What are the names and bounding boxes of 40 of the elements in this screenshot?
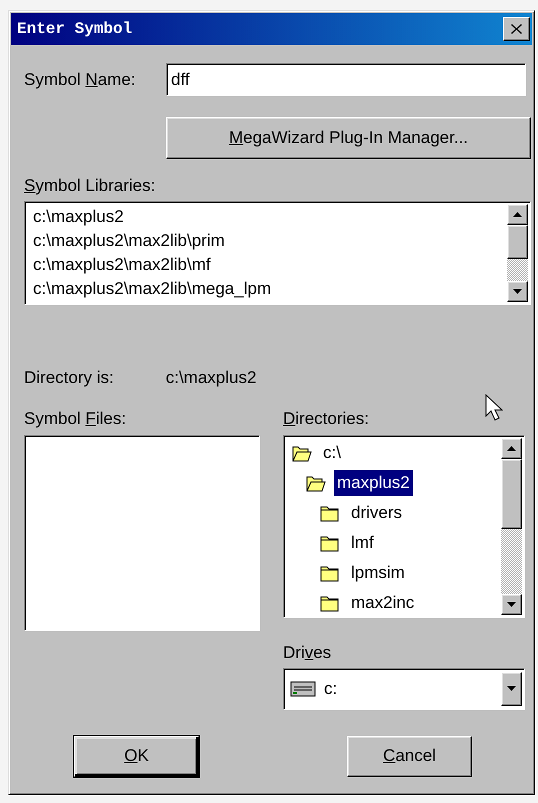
directory-item[interactable]: drivers (348, 500, 406, 526)
field-label: Symbol Name: (24, 68, 136, 91)
arrow-up-icon (513, 212, 522, 216)
drive-icon (290, 680, 316, 696)
pointer-icon (485, 394, 503, 422)
scroll-thumb[interactable] (501, 459, 522, 529)
field-label: Directories: (283, 408, 369, 430)
drive-select[interactable]: c: (283, 668, 525, 710)
directory-item[interactable]: maxplus2 (334, 470, 413, 496)
field-label: Symbol Files: (24, 408, 128, 430)
dialog-button[interactable]: OK (74, 736, 199, 776)
field-label: Drives (283, 642, 332, 664)
directory-item[interactable]: lmf (348, 530, 377, 556)
directory-item[interactable]: lpmsim (348, 560, 408, 586)
arrow-down-icon (507, 686, 516, 691)
window-title: Enter Symbol (17, 19, 132, 40)
directory-label: Directory is: (24, 366, 114, 388)
close-button[interactable] (503, 17, 530, 41)
list-item[interactable]: c:\maxplus2\max2lib\mega_lpm (27, 276, 507, 300)
scroll-thumb[interactable] (507, 224, 528, 258)
directory-item[interactable]: c:\ (320, 440, 344, 466)
arrow-up-icon (507, 446, 516, 451)
scroll-down-button[interactable] (501, 594, 522, 615)
close-icon (511, 24, 522, 34)
megawizard-button[interactable]: MegaWizard Plug-In Manager... (166, 117, 531, 159)
directory-item[interactable]: max2inc (348, 590, 418, 615)
list-item[interactable]: c:\maxplus2\max2lib\mf (27, 252, 507, 276)
field-label: Symbol Libraries: (24, 175, 156, 197)
dropdown-button[interactable] (501, 672, 522, 706)
scroll-up-button[interactable] (507, 204, 528, 224)
directory-path: c:\maxplus2 (166, 366, 256, 388)
drive-value: c: (324, 678, 338, 700)
list-item[interactable]: c:\maxplus2 (27, 204, 507, 228)
symbol-name-field[interactable]: dff (166, 63, 526, 96)
scroll-down-button[interactable] (507, 280, 528, 302)
scroll-up-button[interactable] (501, 438, 522, 459)
arrow-down-icon (513, 288, 522, 294)
dialog-button[interactable]: Cancel (347, 736, 472, 776)
list-item[interactable]: c:\maxplus2\max2lib\prim (27, 228, 507, 252)
arrow-down-icon (507, 602, 516, 607)
